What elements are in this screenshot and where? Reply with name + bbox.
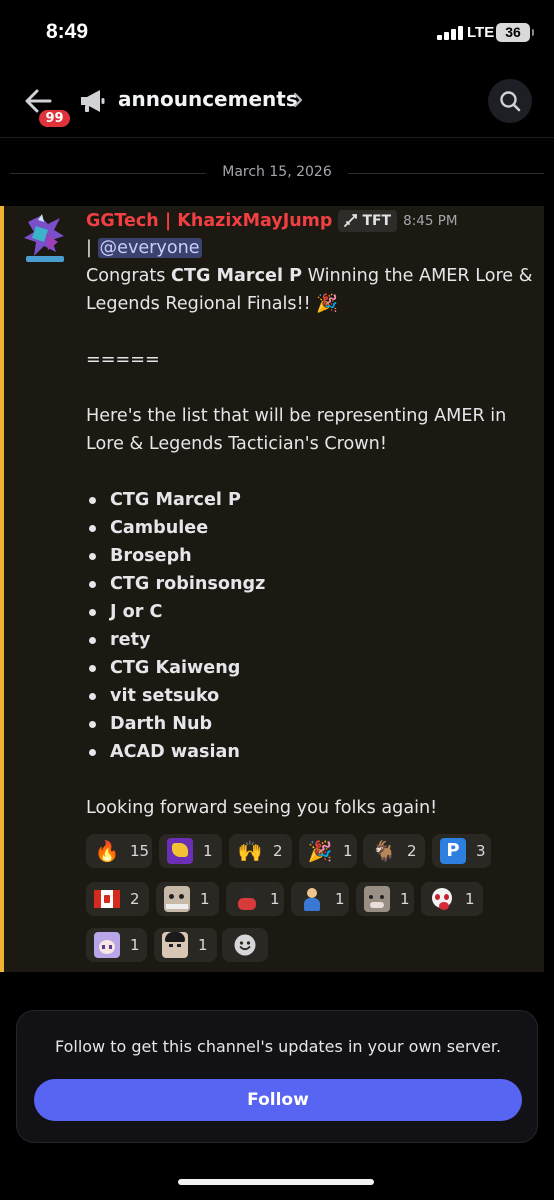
reaction-count: 2 [130,890,140,908]
reaction-count: 3 [476,842,486,860]
mention-line: | @everyone [86,234,536,262]
reaction-raised-hands[interactable]: 🙌 2 [229,834,292,868]
reaction-count: 2 [407,842,417,860]
congrats-name: CTG Marcel P [171,266,302,286]
reaction-count: 15 [130,842,150,860]
list-item: rety [86,626,536,654]
separator-line: ===== [86,350,160,370]
list-item: vit setsuko [86,682,536,710]
message-timestamp: 8:45 PM [403,213,458,229]
reaction-count: 1 [343,842,353,860]
follow-prompt: Follow to get this channel's updates in … [54,1037,502,1056]
list-item: Broseph [86,542,536,570]
list-item: CTG robinsongz [86,570,536,598]
fire-icon: 🔥 [94,839,120,863]
channel-name[interactable]: announcements [118,87,298,111]
reaction-custom-purple[interactable]: 1 [159,834,222,868]
reaction-flag-canada[interactable]: 2 [86,882,149,916]
reaction-person-blue[interactable]: 1 [291,882,349,916]
sword-icon [344,214,358,227]
status-bar: 8:49 LTE 36 [0,0,554,60]
search-icon [500,91,521,112]
reaction-custom-anime[interactable]: 1 [86,928,147,962]
network-label: LTE [467,24,495,41]
divider-line [348,173,544,174]
player-list: CTG Marcel P Cambulee Broseph CTG robins… [86,486,536,766]
reaction-count: 1 [203,842,213,860]
reaction-count: 1 [400,890,410,908]
message-body: | @everyone Congrats CTG Marcel P Winnin… [86,234,536,822]
list-item: ACAD wasian [86,738,536,766]
chevron-right-icon[interactable] [292,91,304,109]
reaction-custom-cat[interactable]: 1 [356,882,414,916]
custom-face-emoji-icon [164,886,190,912]
closing-line: Looking forward seeing you folks again! [86,798,438,818]
announcement-message[interactable]: GGTech | KhazixMayJump TFT 8:45 PM | @ever… [0,206,544,972]
custom-mask-emoji-icon [429,886,455,912]
divider-date: March 15, 2026 [222,164,332,180]
date-divider: March 15, 2026 [10,162,544,184]
list-item: CTG Marcel P [86,486,536,514]
reaction-custom-mask[interactable]: 1 [421,882,483,916]
battery-icon: 36 [496,23,534,42]
reaction-count: 2 [273,842,283,860]
smiley-add-icon [234,934,256,956]
status-time: 8:49 [46,20,89,43]
custom-anime-emoji-icon [94,932,120,958]
custom-person-emoji-icon [162,932,188,958]
megaphone-icon [81,90,105,112]
reaction-custom-person[interactable]: 1 [154,928,217,962]
search-button[interactable] [488,79,532,123]
list-item: CTG Kaiweng [86,654,536,682]
raised-hands-icon: 🙌 [237,839,263,863]
p-button-icon: P [440,838,466,864]
reaction-party-popper[interactable]: 🎉 1 [299,834,357,868]
custom-fighter-emoji-icon [234,886,260,912]
custom-cat-emoji-icon [364,886,390,912]
reaction-goat[interactable]: 🐐 2 [363,834,425,868]
reaction-count: 1 [335,890,345,908]
reaction-custom-face[interactable]: 1 [156,882,219,916]
home-indicator[interactable] [178,1179,374,1185]
person-blue-icon [299,886,325,912]
reaction-count: 1 [465,890,475,908]
list-item: Cambulee [86,514,536,542]
everyone-mention[interactable]: @everyone [97,238,202,258]
reaction-count: 1 [270,890,280,908]
list-item: J or C [86,598,536,626]
goat-icon: 🐐 [371,839,397,863]
party-popper-icon: 🎉 [307,839,333,863]
reaction-fire[interactable]: 🔥 15 [86,834,152,868]
flag-canada-icon [94,890,120,908]
author-avatar[interactable] [18,212,72,268]
follow-panel: Follow to get this channel's updates in … [16,1010,538,1143]
reaction-p-button[interactable]: P 3 [432,834,491,868]
unread-badge: 99 [36,107,73,130]
follow-button[interactable]: Follow [34,1079,522,1121]
message-header: GGTech | KhazixMayJump TFT 8:45 PM [86,210,458,236]
reaction-custom-fighter[interactable]: 1 [226,882,284,916]
line-prefix: | [86,238,98,258]
reaction-count: 1 [198,936,208,954]
author-name[interactable]: GGTech | KhazixMayJump [86,211,332,231]
congrats-pre: Congrats [86,266,172,286]
reaction-count: 1 [130,936,140,954]
custom-purple-emoji-icon [167,838,193,864]
role-tag[interactable]: TFT [338,210,398,232]
reaction-count: 1 [200,890,210,908]
list-item: Darth Nub [86,710,536,738]
role-tag-label: TFT [362,213,392,229]
signal-icon [437,26,463,40]
channel-header: 99 announcements [0,70,554,138]
add-reaction-button[interactable] [222,928,268,962]
list-intro: Here's the list that will be representin… [86,406,507,454]
congrats-line: Congrats CTG Marcel P Winning the AMER L… [86,262,536,318]
